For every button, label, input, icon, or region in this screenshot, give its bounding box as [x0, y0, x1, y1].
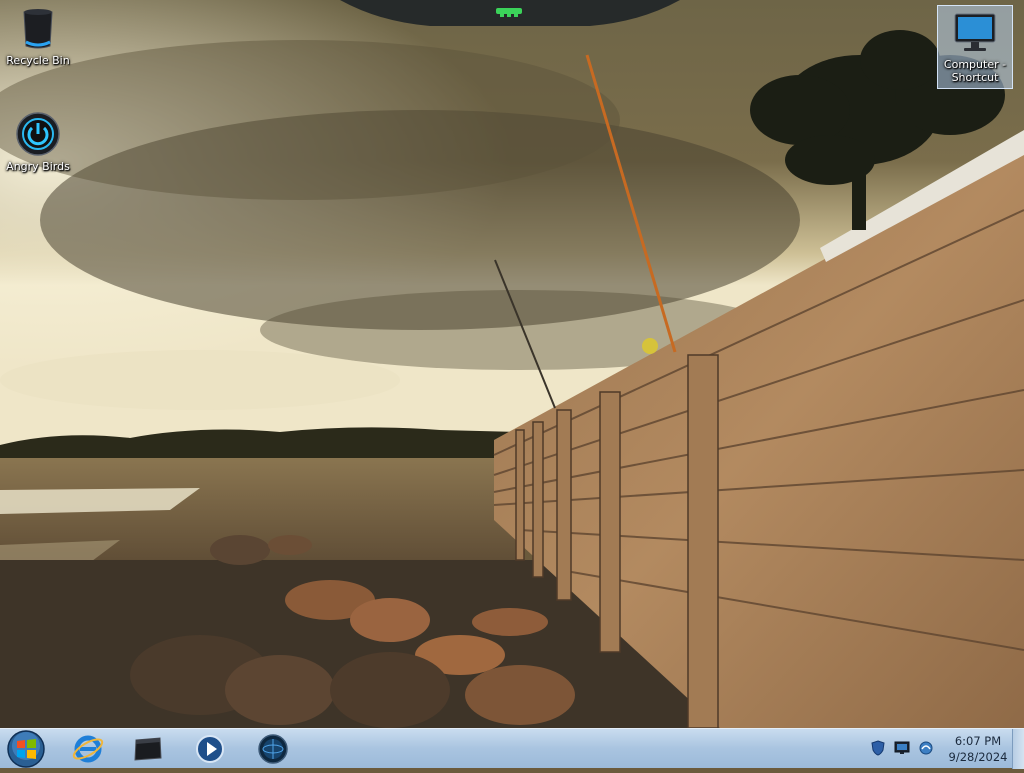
- clock-date: 9/28/2024: [948, 750, 1008, 764]
- clock-time: 6:07 PM: [954, 734, 1002, 748]
- taskbar-internet-explorer-button[interactable]: [70, 731, 106, 767]
- windows-logo-icon: [7, 730, 45, 768]
- desktop-icon-computer-shortcut[interactable]: Computer - Shortcut: [937, 5, 1013, 89]
- desktop[interactable]: Recycle Bin Angry Birds Computer - Short…: [0, 0, 1024, 728]
- recycle-bin-icon: [14, 4, 62, 52]
- show-desktop-button[interactable]: [1012, 729, 1024, 769]
- monitor-icon: [951, 8, 999, 56]
- taskbar-globe-app-button[interactable]: [255, 731, 291, 767]
- network-icon[interactable]: [918, 740, 934, 756]
- wallpaper-image: [0, 0, 1024, 728]
- desktop-icon-label: Computer - Shortcut: [943, 58, 1007, 84]
- shield-icon[interactable]: [870, 740, 886, 756]
- internet-explorer-icon: [72, 735, 104, 763]
- system-tray: 6:07 PM 9/28/2024: [864, 729, 1024, 769]
- globe-app-icon: [258, 734, 288, 764]
- taskbar: 6:07 PM 9/28/2024: [0, 728, 1024, 769]
- power-button-icon: [14, 110, 62, 158]
- taskbar-media-player-button[interactable]: [192, 731, 228, 767]
- top-gadget-bar[interactable]: [340, 0, 680, 28]
- desktop-icon-angry-birds[interactable]: Angry Birds: [1, 110, 75, 173]
- monitor-tray-icon[interactable]: [894, 740, 910, 756]
- desktop-icon-label: Angry Birds: [6, 160, 70, 173]
- explorer-window-icon: [134, 737, 162, 761]
- taskbar-explorer-button[interactable]: [130, 731, 166, 767]
- desktop-icon-recycle-bin[interactable]: Recycle Bin: [1, 4, 75, 67]
- desktop-icon-label: Recycle Bin: [6, 54, 70, 67]
- taskbar-clock[interactable]: 6:07 PM 9/28/2024: [946, 733, 1010, 765]
- start-button[interactable]: [6, 729, 46, 769]
- media-player-icon: [196, 735, 224, 763]
